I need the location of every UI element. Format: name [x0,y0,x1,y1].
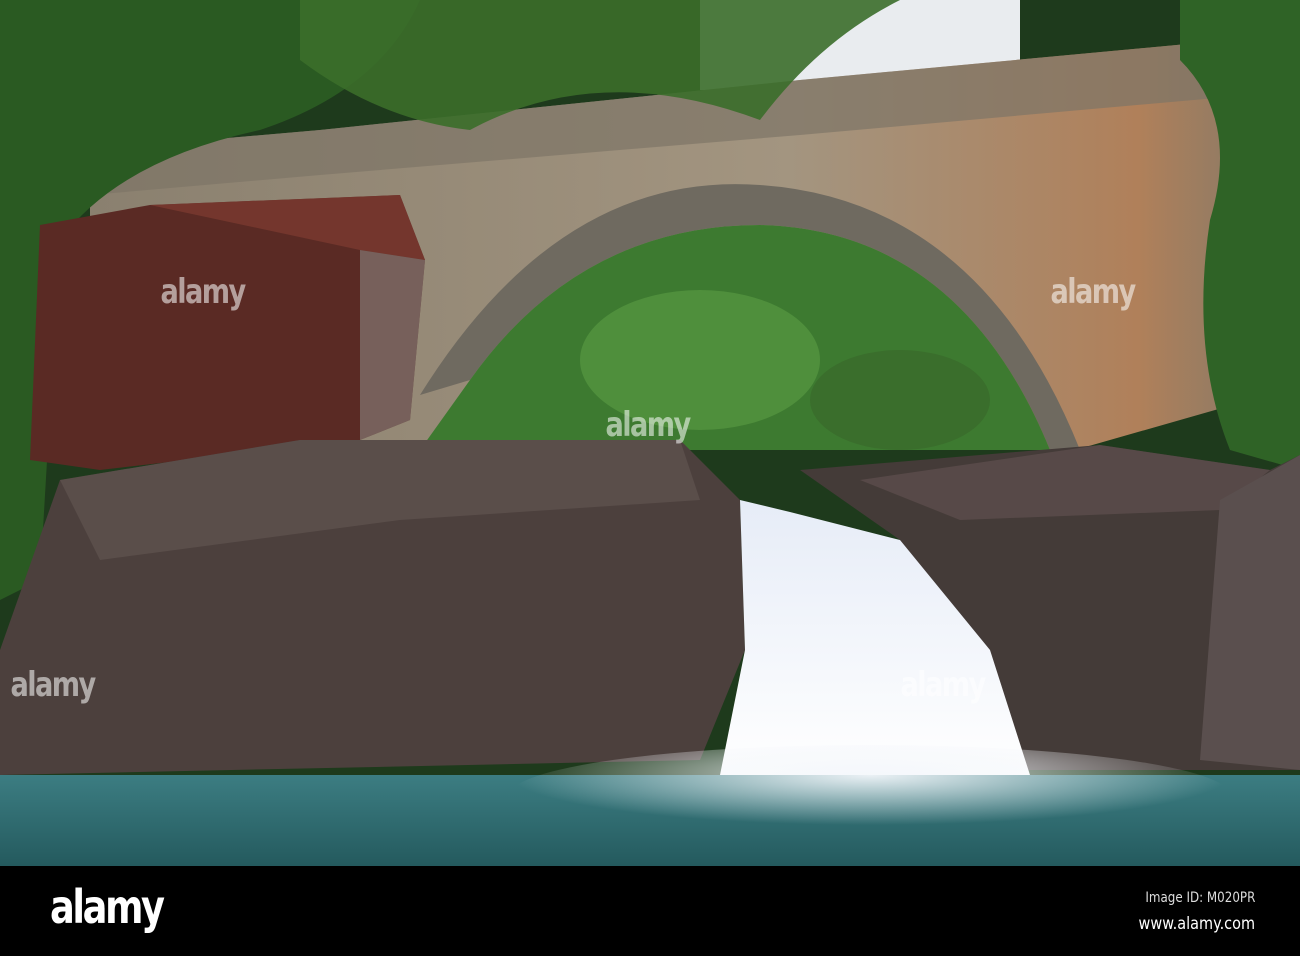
watermark: alamy [605,405,692,445]
alamy-logo: alamy [50,880,165,934]
footer-bar: alamy Image ID: M020PR www.alamy.com [0,866,1300,956]
website-link[interactable]: www.alamy.com [1139,914,1255,934]
watermark: alamy [900,665,987,705]
image-id: Image ID: M020PR [1145,890,1255,906]
watermark: alamy [1050,272,1137,312]
watermark: alamy [10,665,97,705]
watermark: alamy [160,272,247,312]
